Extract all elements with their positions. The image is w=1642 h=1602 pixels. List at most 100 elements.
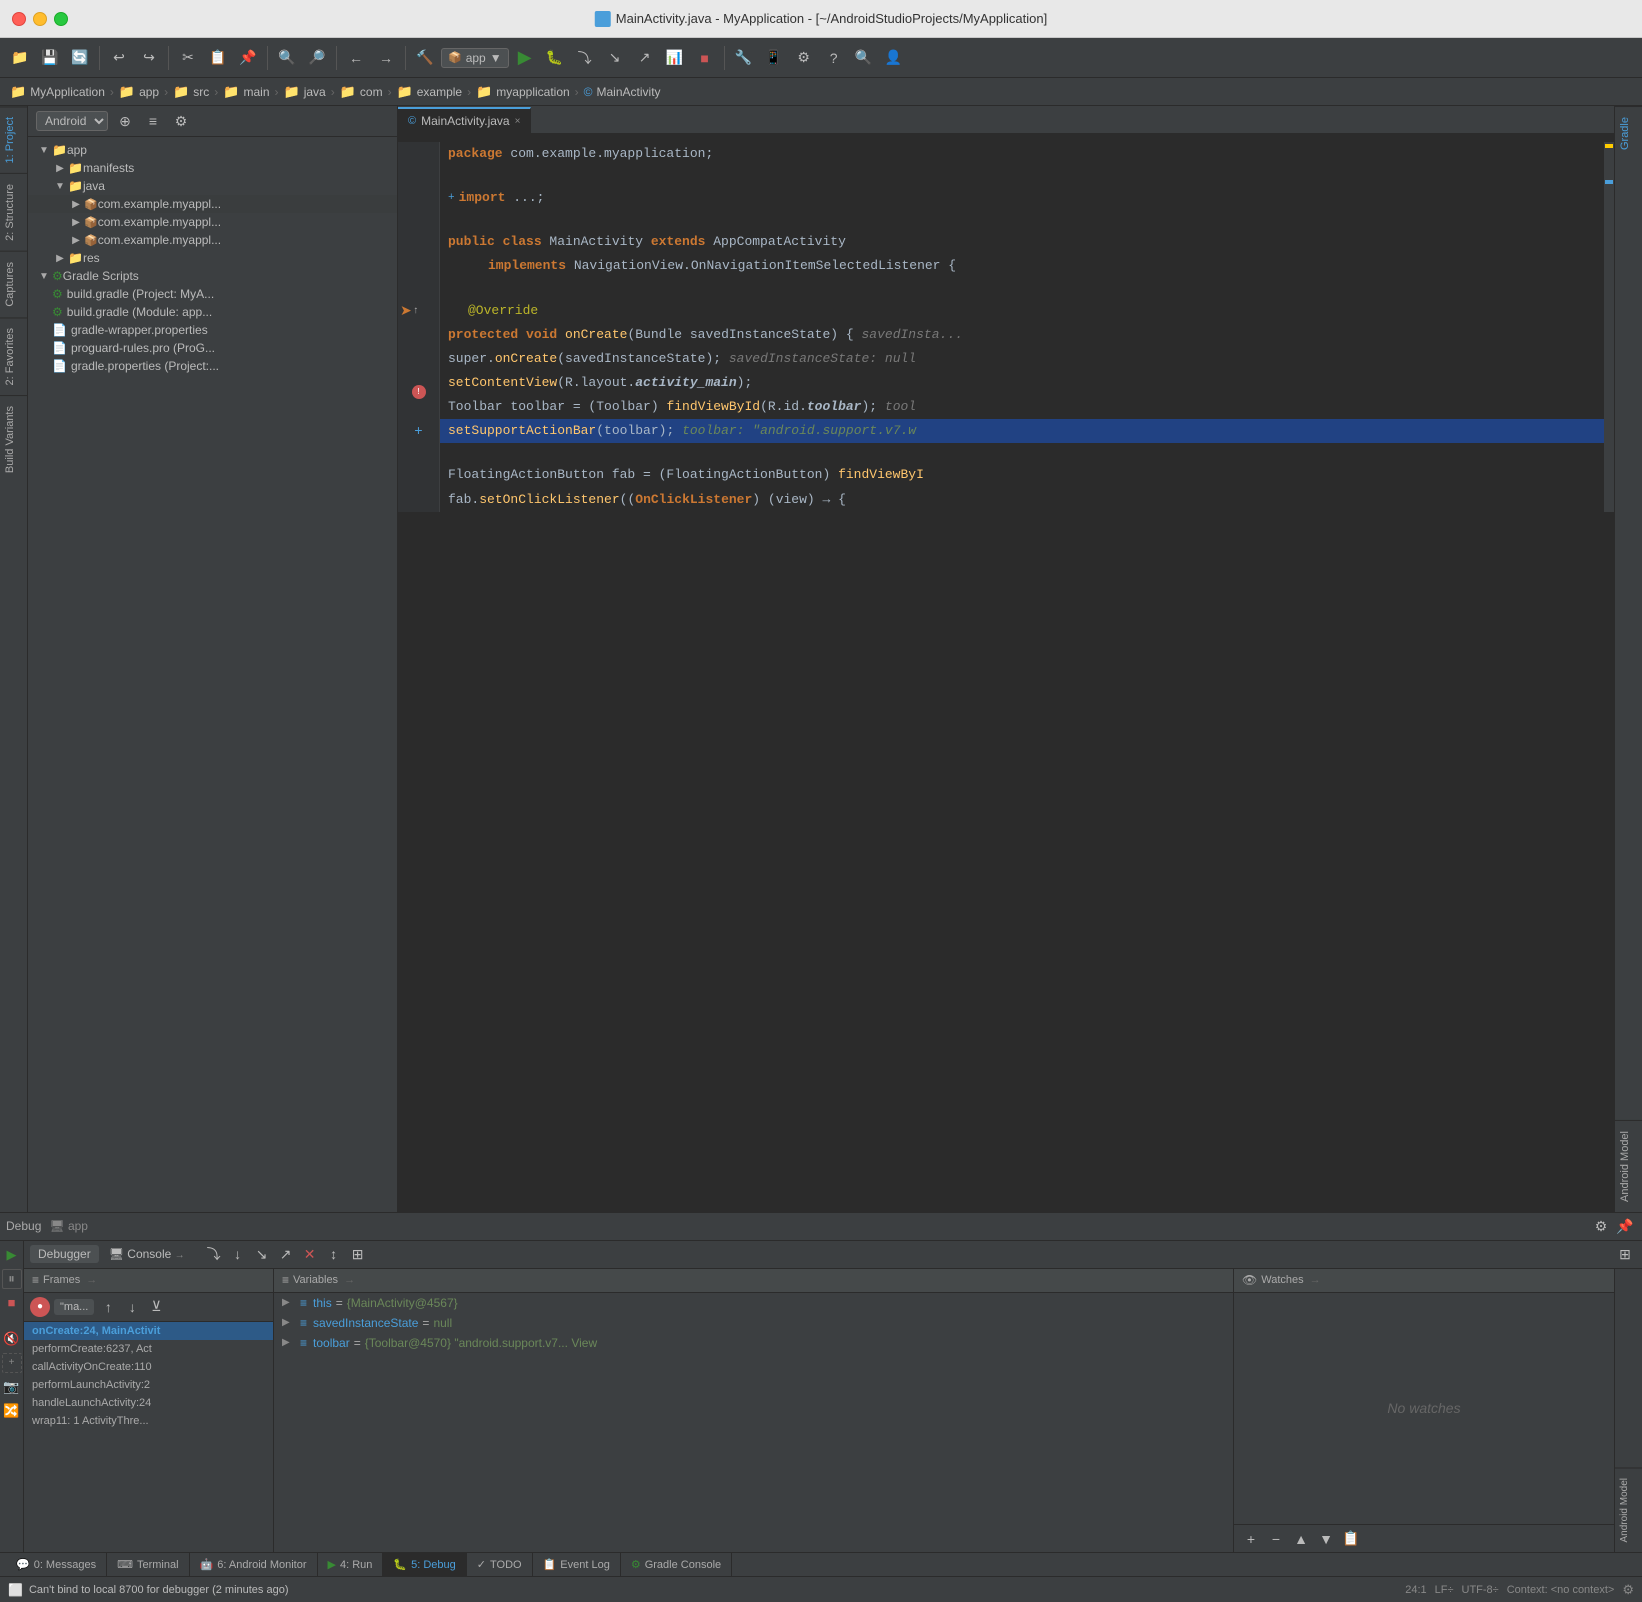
search-everywhere-btn[interactable]: 🔍	[850, 44, 878, 72]
copy-watch-btn[interactable]: 📋	[1340, 1528, 1362, 1550]
close-button[interactable]	[12, 12, 26, 26]
camera-btn[interactable]: 📷	[2, 1377, 22, 1397]
search-btn[interactable]: 🔍	[273, 44, 301, 72]
remove-watch-btn[interactable]: −	[1265, 1528, 1287, 1550]
user-btn[interactable]: 👤	[880, 44, 908, 72]
breadcrumb-myapplication2[interactable]: 📁 myapplication	[472, 82, 574, 102]
make-project-btn[interactable]: 🔨	[411, 44, 439, 72]
back-btn[interactable]: ←	[342, 44, 370, 72]
step-into-btn[interactable]: ↘	[601, 44, 629, 72]
tree-item-proguard[interactable]: 📄 proguard-rules.pro (ProG...	[28, 339, 397, 357]
coverage-btn[interactable]: 📊	[661, 44, 689, 72]
frame-item-2[interactable]: callActivityOnCreate:110	[24, 1358, 273, 1376]
tree-item-java[interactable]: ▼ 📁 java	[28, 177, 397, 195]
breadcrumb-mainactivity[interactable]: © MainActivity	[580, 83, 665, 101]
gradle-console-tab[interactable]: ⚙ Gradle Console	[621, 1553, 732, 1576]
debug-btn[interactable]: 🐛	[541, 44, 569, 72]
debug-tab-settings-btn[interactable]: ⊞	[1614, 1244, 1636, 1264]
status-position[interactable]: 24:1	[1405, 1584, 1426, 1596]
avd-manager-btn[interactable]: 📱	[760, 44, 788, 72]
step-out-debug-btn[interactable]: ↗	[275, 1244, 297, 1264]
mute-btn[interactable]: 🔇	[2, 1329, 22, 1349]
undo-btn[interactable]: ↩	[105, 44, 133, 72]
frame-item-0[interactable]: onCreate:24, MainActivit	[24, 1322, 273, 1340]
collapse-all-btn[interactable]: ≡	[142, 110, 164, 132]
messages-tab[interactable]: 💬 0: Messages	[6, 1553, 107, 1576]
project-view-selector[interactable]: Android Project	[36, 111, 108, 131]
event-log-tab[interactable]: 📋 Event Log	[533, 1553, 621, 1576]
tree-item-pkg1[interactable]: ▶ 📦 com.example.myappl...	[28, 195, 397, 213]
settings-project-btn[interactable]: ⚙	[170, 110, 192, 132]
debug-bottom-tab[interactable]: 🐛 5: Debug	[383, 1553, 466, 1576]
add-watch-btn[interactable]: +	[1240, 1528, 1262, 1550]
todo-tab[interactable]: ✓ TODO	[467, 1553, 533, 1576]
frame-item-4[interactable]: handleLaunchActivity:24	[24, 1394, 273, 1412]
tree-item-gradle-props[interactable]: 📄 gradle.properties (Project:...	[28, 357, 397, 375]
sync-btn[interactable]: 🔄	[66, 44, 94, 72]
var-item-saved[interactable]: ▶ ≡ savedInstanceState = null	[274, 1313, 1233, 1333]
sync-project-btn[interactable]: ⊕	[114, 110, 136, 132]
redo-btn[interactable]: ↪	[135, 44, 163, 72]
editor-tab-mainactivity[interactable]: © MainActivity.java ×	[398, 107, 531, 133]
breadcrumb-main[interactable]: 📁 main	[219, 82, 273, 102]
status-settings-icon[interactable]: ⚙	[1622, 1582, 1634, 1598]
debug-settings-btn[interactable]: ⚙	[1590, 1215, 1612, 1237]
status-lf[interactable]: LF÷	[1435, 1584, 1454, 1596]
minimize-button[interactable]	[33, 12, 47, 26]
tree-item-build-gradle-proj[interactable]: ⚙ build.gradle (Project: MyA...	[28, 285, 397, 303]
stop-btn[interactable]: ■	[691, 44, 719, 72]
step-over-btn[interactable]: ⤵	[571, 44, 599, 72]
tree-item-pkg3[interactable]: ▶ 📦 com.example.myappl...	[28, 231, 397, 249]
sidebar-tab-captures[interactable]: Captures	[0, 251, 27, 317]
sidebar-tab-structure[interactable]: 2: Structure	[0, 173, 27, 251]
tab-close-btn[interactable]: ×	[515, 116, 521, 127]
resume-btn[interactable]: ▶	[2, 1245, 22, 1265]
app-selector[interactable]: 📦 app ▼	[441, 48, 509, 68]
var-item-toolbar[interactable]: ▶ ≡ toolbar = {Toolbar@4570} "android.su…	[274, 1333, 1233, 1353]
breadcrumb-src[interactable]: 📁 src	[169, 82, 213, 102]
code-content-area[interactable]: package com.example.myapplication; + imp…	[440, 142, 1604, 512]
sidebar-tab-project[interactable]: 1: Project	[0, 106, 27, 173]
status-encoding[interactable]: UTF-8÷	[1462, 1584, 1499, 1596]
copy-btn[interactable]: 📋	[204, 44, 232, 72]
step-out-btn[interactable]: ↗	[631, 44, 659, 72]
cut-btn[interactable]: ✂	[174, 44, 202, 72]
find-btn[interactable]: 🔎	[303, 44, 331, 72]
breadcrumb-app[interactable]: 📁 app	[115, 82, 163, 102]
tree-item-gradle-scripts[interactable]: ▼ ⚙ Gradle Scripts	[28, 267, 397, 285]
step-over-debug-btn[interactable]: ⤵	[203, 1244, 225, 1264]
android-model-tab-debug[interactable]: Android Model	[1615, 1467, 1642, 1552]
tree-item-res[interactable]: ▶ 📁 res	[28, 249, 397, 267]
thread-down-btn[interactable]: ↓	[122, 1297, 142, 1317]
tree-item-build-gradle-mod[interactable]: ⚙ build.gradle (Module: app...	[28, 303, 397, 321]
breadcrumb-com[interactable]: 📁 com	[336, 82, 387, 102]
thread-btn[interactable]: 🔀	[2, 1401, 22, 1421]
frame-item-1[interactable]: performCreate:6237, Act	[24, 1340, 273, 1358]
step-force-btn[interactable]: ↘	[251, 1244, 273, 1264]
sidebar-tab-gradle[interactable]: Gradle	[1615, 106, 1642, 160]
tree-item-gradle-wrapper[interactable]: 📄 gradle-wrapper.properties	[28, 321, 397, 339]
sidebar-tab-android-model[interactable]: Android Model	[1615, 1120, 1642, 1212]
paste-btn[interactable]: 📌	[234, 44, 262, 72]
run-tab[interactable]: ▶ 4: Run	[318, 1553, 384, 1576]
forward-btn[interactable]: →	[372, 44, 400, 72]
breadcrumb-java[interactable]: 📁 java	[280, 82, 330, 102]
tree-item-app[interactable]: ▼ 📁 app	[28, 141, 397, 159]
settings-btn[interactable]: ⚙	[790, 44, 818, 72]
sdk-manager-btn[interactable]: 🔧	[730, 44, 758, 72]
console-tab[interactable]: 🖥 Console →	[101, 1245, 193, 1263]
frame-item-3[interactable]: performLaunchActivity:2	[24, 1376, 273, 1394]
terminal-tab[interactable]: ⌨ Terminal	[107, 1553, 189, 1576]
maximize-button[interactable]	[54, 12, 68, 26]
tree-item-manifests[interactable]: ▶ 📁 manifests	[28, 159, 397, 177]
var-item-this[interactable]: ▶ ≡ this = {MainActivity@4567}	[274, 1293, 1233, 1313]
drop-frame-btn[interactable]: ✕	[299, 1244, 321, 1264]
eval-expr-btn[interactable]: ⊞	[347, 1244, 369, 1264]
expand-import-btn[interactable]: +	[448, 190, 455, 207]
open-folder-btn[interactable]: 📁	[6, 44, 34, 72]
debug-pin-btn[interactable]: 📌	[1614, 1215, 1636, 1237]
move-watch-down-btn[interactable]: ▼	[1315, 1528, 1337, 1550]
code-editor[interactable]: ➤ ↑ ! +	[398, 134, 1614, 1212]
sidebar-tab-build-variants[interactable]: Build Variants	[0, 395, 27, 483]
frame-item-5[interactable]: wrap11: 1 ActivityThre...	[24, 1412, 273, 1430]
